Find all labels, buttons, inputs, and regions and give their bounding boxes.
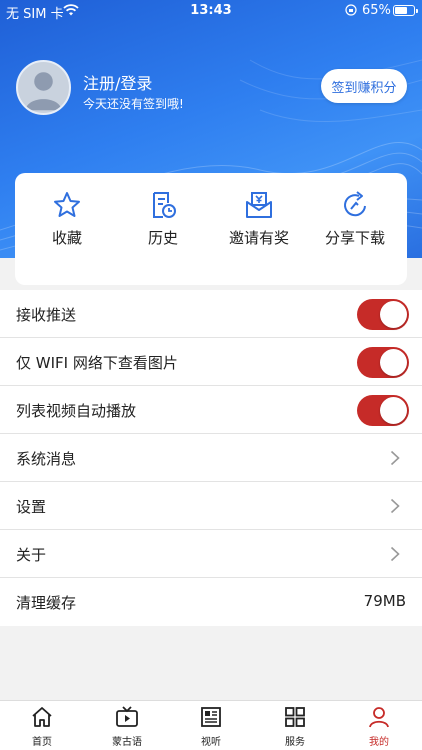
signin-button[interactable]: 签到赚积分 (321, 69, 407, 103)
quick-actions-card: 收藏 历史 邀请有奖 分享下载 (15, 173, 407, 285)
history-icon (153, 192, 176, 218)
cache-size: 79MB (363, 592, 406, 610)
tab-label: 首页 (32, 737, 52, 748)
settings-row-label: 列表视频自动播放 (16, 402, 137, 420)
quick-action-label: 邀请有奖 (228, 229, 289, 247)
settings-row-label: 系统消息 (16, 450, 77, 468)
chevron-right-icon (390, 498, 400, 514)
tab-label: 服务 (285, 737, 305, 748)
settings-row-label: 接收推送 (16, 306, 77, 324)
rotation-lock-icon (345, 4, 357, 16)
tab-services[interactable]: 服务 (265, 705, 325, 748)
chevron-right-icon (390, 450, 400, 466)
star-icon (54, 192, 80, 217)
grid-icon (285, 707, 305, 727)
settings-row-autoplay: 列表视频自动播放 (0, 386, 422, 434)
battery-icon (393, 5, 418, 16)
settings-row-wifi-images: 仅 WIFI 网络下查看图片 (0, 338, 422, 386)
quick-action-history[interactable]: 历史 (115, 189, 211, 248)
quick-action-invite[interactable]: 邀请有奖 (211, 189, 307, 248)
push-toggle[interactable] (357, 299, 409, 330)
settings-row-label: 仅 WIFI 网络下查看图片 (16, 354, 178, 372)
quick-action-label: 分享下载 (324, 229, 385, 247)
tab-mine[interactable]: 我的 (349, 705, 409, 748)
battery-percent: 65% (362, 3, 391, 18)
tab-audiovisual[interactable]: 视听 (181, 705, 241, 748)
wifi-images-toggle[interactable] (357, 347, 409, 378)
quick-action-share[interactable]: 分享下载 (307, 189, 403, 248)
chevron-right-icon (390, 546, 400, 562)
settings-row-label: 关于 (16, 546, 47, 564)
autoplay-toggle[interactable] (357, 395, 409, 426)
settings-row-settings[interactable]: 设置 (0, 482, 422, 530)
home-icon (32, 707, 52, 727)
settings-row-label: 设置 (16, 498, 47, 516)
tab-home[interactable]: 首页 (12, 705, 72, 748)
tab-label: 我的 (369, 737, 389, 748)
newspaper-icon (201, 707, 221, 727)
avatar[interactable] (16, 60, 71, 115)
signin-hint: 今天还没有签到哦! (83, 97, 184, 111)
tab-label: 视听 (201, 737, 221, 748)
settings-list: 接收推送 仅 WIFI 网络下查看图片 列表视频自动播放 系统消息 设置 关于 … (0, 290, 422, 626)
share-icon (344, 191, 366, 217)
tab-label: 蒙古语 (112, 737, 142, 748)
bottom-tab-bar: 首页 蒙古语 视听 服务 我的 (0, 700, 422, 750)
battery-level (395, 7, 407, 14)
avatar-placeholder-icon (25, 72, 62, 111)
status-bar: 无 SIM 卡 13:43 65% (0, 0, 422, 22)
clock: 13:43 (190, 3, 232, 18)
tab-mongolian[interactable]: 蒙古语 (97, 705, 157, 748)
quick-action-favorites[interactable]: 收藏 (19, 189, 115, 248)
login-link[interactable]: 注册/登录 (83, 70, 152, 94)
settings-row-label: 清理缓存 (16, 594, 77, 612)
quick-action-label: 收藏 (51, 229, 82, 247)
user-icon (369, 707, 389, 728)
settings-row-messages[interactable]: 系统消息 (0, 434, 422, 482)
settings-row-about[interactable]: 关于 (0, 530, 422, 578)
settings-row-push: 接收推送 (0, 290, 422, 338)
invite-icon (246, 192, 272, 218)
quick-action-label: 历史 (147, 229, 178, 247)
tv-icon (116, 706, 138, 727)
settings-row-cache[interactable]: 清理缓存 79MB (0, 578, 422, 626)
